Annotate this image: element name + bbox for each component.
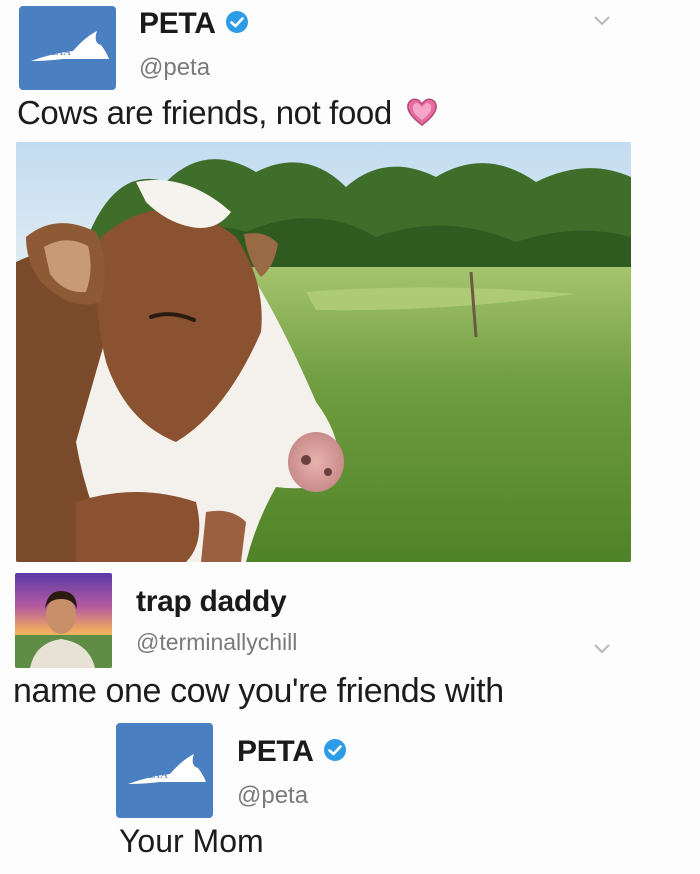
peta-logo-icon: PETA [30, 31, 109, 61]
verified-badge-icon [323, 739, 346, 762]
tweet1-handle[interactable]: @peta [139, 54, 210, 82]
reply2-handle[interactable]: @peta [237, 782, 308, 810]
verified-badge-icon [225, 11, 248, 34]
tweet1-text: Cows are friends, not food [17, 94, 439, 132]
chevron-down-icon[interactable] [593, 643, 611, 655]
cow-photo-image [16, 142, 631, 562]
peta-avatar[interactable]: PETA [19, 6, 116, 90]
peta-logo-text: PETA [44, 46, 71, 58]
reply2-text: Your Mom [119, 823, 264, 859]
author-name-text: PETA [237, 735, 313, 768]
chevron-down-icon[interactable] [593, 15, 611, 27]
tweet1-author-name[interactable]: PETA [139, 7, 249, 41]
tweet1-text-content: Cows are friends, not food [17, 94, 392, 131]
trap-daddy-avatar[interactable] [15, 573, 112, 668]
peta-avatar[interactable]: PETA [116, 723, 213, 818]
author-name-text: PETA [139, 7, 215, 40]
peta-logo-icon: PETA [127, 753, 206, 784]
reply1-handle[interactable]: @terminallychill [136, 629, 297, 656]
peta-logo-text: PETA [141, 769, 168, 781]
pink-heart-icon [406, 98, 437, 127]
tweet1-photo[interactable] [16, 142, 631, 562]
reply1-author-name[interactable]: trap daddy [136, 585, 287, 619]
avatar-photo-image [15, 573, 112, 668]
reply2-author-name[interactable]: PETA [237, 735, 347, 769]
reply1-text: name one cow you're friends with [13, 672, 504, 710]
